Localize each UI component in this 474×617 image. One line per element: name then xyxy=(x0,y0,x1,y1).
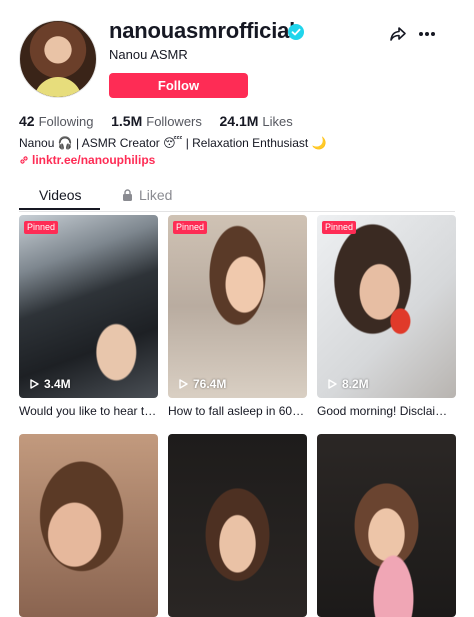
video-caption[interactable]: How to fall asleep in 60 s... xyxy=(168,404,307,418)
profile-bio: Nanou 🎧 | ASMR Creator 😴 | Relaxation En… xyxy=(19,136,327,150)
play-icon xyxy=(30,379,39,389)
tab-videos-label: Videos xyxy=(39,187,82,203)
tab-videos[interactable]: Videos xyxy=(39,187,82,203)
profile-tabs: Videos Liked xyxy=(19,185,455,212)
tab-liked-label: Liked xyxy=(139,187,173,203)
video-card[interactable]: Pinned 8.2M Good morning! Disclaime... xyxy=(317,215,456,418)
tab-liked[interactable]: Liked xyxy=(122,187,172,203)
video-thumbnail[interactable]: Pinned 76.4M xyxy=(168,215,307,398)
followers-count[interactable]: 1.5M xyxy=(111,113,142,129)
view-count-value: 3.4M xyxy=(44,377,71,391)
avatar-shirt xyxy=(34,77,82,97)
video-thumbnail[interactable] xyxy=(168,434,307,617)
active-tab-indicator xyxy=(19,208,100,210)
follow-button[interactable]: Follow xyxy=(109,73,248,98)
video-caption[interactable]: Good morning! Disclaime... xyxy=(317,404,456,418)
video-thumbnail[interactable]: Pinned 8.2M xyxy=(317,215,456,398)
share-icon[interactable] xyxy=(389,25,407,43)
bio-link[interactable]: linktr.ee/nanouphilips xyxy=(19,153,155,167)
video-thumbnail[interactable] xyxy=(19,434,158,617)
profile-stats: 42 Following 1.5M Followers 24.1M Likes xyxy=(19,113,307,129)
play-icon xyxy=(179,379,188,389)
view-count: 3.4M xyxy=(30,377,71,391)
view-count-value: 8.2M xyxy=(342,377,369,391)
profile-username: nanouasmrofficial xyxy=(109,18,296,43)
more-options-icon[interactable] xyxy=(419,32,435,36)
video-card[interactable] xyxy=(317,434,456,617)
likes-label: Likes xyxy=(262,114,293,129)
video-thumbnail[interactable]: Pinned 3.4M xyxy=(19,215,158,398)
view-count-value: 76.4M xyxy=(193,377,227,391)
view-count: 8.2M xyxy=(328,377,369,391)
verified-badge-icon xyxy=(288,24,304,40)
followers-label: Followers xyxy=(146,114,202,129)
bio-link-text[interactable]: linktr.ee/nanouphilips xyxy=(32,153,155,167)
lock-icon xyxy=(123,189,132,201)
video-caption[interactable]: Would you like to hear th... xyxy=(19,404,158,418)
profile-nickname: Nanou ASMR xyxy=(109,47,188,62)
pinned-badge: Pinned xyxy=(24,221,59,234)
video-card[interactable] xyxy=(19,434,158,617)
following-label: Following xyxy=(38,114,94,129)
video-card[interactable] xyxy=(168,434,307,617)
view-count: 76.4M xyxy=(179,377,226,391)
pinned-badge: Pinned xyxy=(173,221,208,234)
following-count[interactable]: 42 xyxy=(19,113,35,129)
pinned-badge: Pinned xyxy=(322,221,357,234)
play-icon xyxy=(328,379,337,389)
video-card[interactable]: Pinned 3.4M Would you like to hear th... xyxy=(19,215,158,418)
link-icon xyxy=(20,156,28,164)
video-thumbnail[interactable] xyxy=(317,434,456,617)
profile-avatar[interactable] xyxy=(19,20,97,98)
video-card[interactable]: Pinned 76.4M How to fall asleep in 60 s.… xyxy=(168,215,307,418)
likes-count: 24.1M xyxy=(219,113,259,129)
